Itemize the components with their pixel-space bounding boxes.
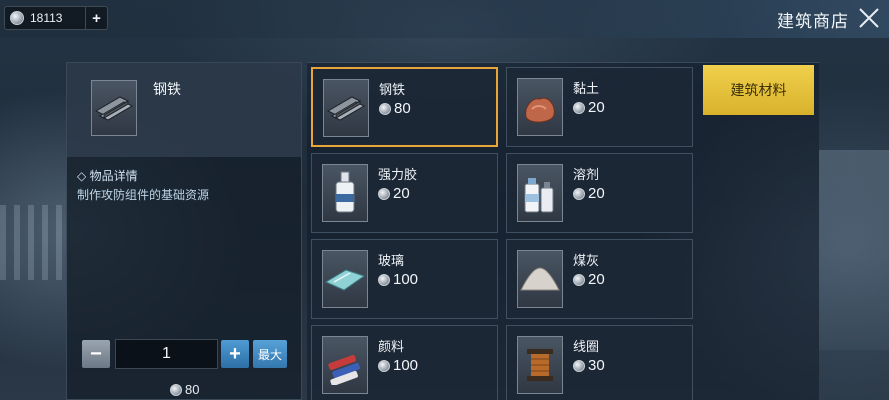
item-name: 强力胶 xyxy=(378,167,418,182)
item-price: 20 xyxy=(573,271,605,288)
item-card-glue[interactable]: 强力胶 20 xyxy=(311,153,498,233)
item-price-value: 80 xyxy=(394,100,411,117)
item-card-steel[interactable]: 钢铁 80 xyxy=(311,67,498,147)
item-price-value: 20 xyxy=(588,271,605,288)
item-name: 线圈 xyxy=(573,339,600,354)
item-card-solvent[interactable]: 溶剂 20 xyxy=(506,153,693,233)
top-bar: 18113 + 建筑商店 xyxy=(0,0,889,38)
add-currency-button[interactable]: + xyxy=(85,7,107,29)
item-detail-panel: 钢铁 ◇ 物品详情 制作攻防组件的基础资源 − 1 + 最大 80 xyxy=(66,62,302,400)
shop-title: 建筑商店 xyxy=(777,12,849,31)
background-shelf xyxy=(0,205,70,280)
steel-bars-icon xyxy=(323,79,369,137)
item-price: 100 xyxy=(378,271,418,288)
detail-item-name: 钢铁 xyxy=(153,81,181,97)
item-price: 20 xyxy=(573,185,605,202)
item-price-value: 100 xyxy=(393,271,419,288)
steel-bars-icon xyxy=(91,80,137,136)
item-price-value: 20 xyxy=(588,99,605,116)
item-card-wire-spool[interactable]: 线圈 30 xyxy=(506,325,693,400)
item-name: 颜料 xyxy=(378,339,405,354)
detail-description: 制作攻防组件的基础资源 xyxy=(77,188,210,202)
item-name: 溶剂 xyxy=(573,167,600,182)
wire-spool-icon xyxy=(517,336,563,394)
item-price: 80 xyxy=(379,100,411,117)
item-price-value: 100 xyxy=(393,357,419,374)
quantity-stepper: − 1 + 最大 xyxy=(82,338,292,370)
item-card-glass[interactable]: 玻璃 100 xyxy=(311,239,498,319)
increase-quantity-button[interactable]: + xyxy=(221,340,249,368)
silver-coin-icon xyxy=(379,102,391,115)
silver-coin-icon xyxy=(573,101,585,114)
item-card-paint[interactable]: 颜料 100 xyxy=(311,325,498,400)
detail-header: 钢铁 xyxy=(67,63,301,157)
item-price: 30 xyxy=(573,357,605,374)
item-name: 煤灰 xyxy=(573,253,600,268)
close-icon[interactable] xyxy=(857,6,881,30)
silver-coin-icon xyxy=(378,273,390,286)
item-price: 20 xyxy=(573,99,605,116)
item-name: 钢铁 xyxy=(379,82,406,97)
max-quantity-button[interactable]: 最大 xyxy=(253,340,287,368)
tab-building-materials[interactable]: 建筑材料 xyxy=(703,65,814,115)
item-price-value: 30 xyxy=(588,357,605,374)
silver-coin-icon xyxy=(10,11,24,25)
silver-coin-icon xyxy=(573,359,585,372)
total-price-value: 80 xyxy=(185,382,200,397)
item-price: 20 xyxy=(378,185,410,202)
silver-coin-icon xyxy=(378,359,390,372)
paint-tubes-icon xyxy=(322,336,368,394)
quantity-field[interactable]: 1 xyxy=(115,339,218,369)
glass-pane-icon xyxy=(322,250,368,308)
item-card-coal-ash[interactable]: 煤灰 20 xyxy=(506,239,693,319)
background-wall xyxy=(819,150,889,350)
silver-coin-icon xyxy=(573,273,585,286)
solvent-bottles-icon xyxy=(517,164,563,222)
item-price: 100 xyxy=(378,357,418,374)
silver-coin-icon xyxy=(378,187,390,200)
silver-coin-icon xyxy=(170,383,182,396)
item-name: 玻璃 xyxy=(378,253,405,268)
total-price: 80 xyxy=(170,382,199,397)
clay-icon xyxy=(517,78,563,136)
glue-bottle-icon xyxy=(322,164,368,222)
detail-section-title: ◇ 物品详情 xyxy=(77,169,138,183)
silver-coin-icon xyxy=(573,187,585,200)
item-price-value: 20 xyxy=(588,185,605,202)
coal-ash-icon xyxy=(517,250,563,308)
item-price-value: 20 xyxy=(393,185,410,202)
currency-amount: 18113 xyxy=(30,11,63,25)
item-name: 黏土 xyxy=(573,81,600,96)
item-card-clay[interactable]: 黏土 20 xyxy=(506,67,693,147)
decrease-quantity-button[interactable]: − xyxy=(82,340,110,368)
currency-display: 18113 + xyxy=(4,6,108,30)
